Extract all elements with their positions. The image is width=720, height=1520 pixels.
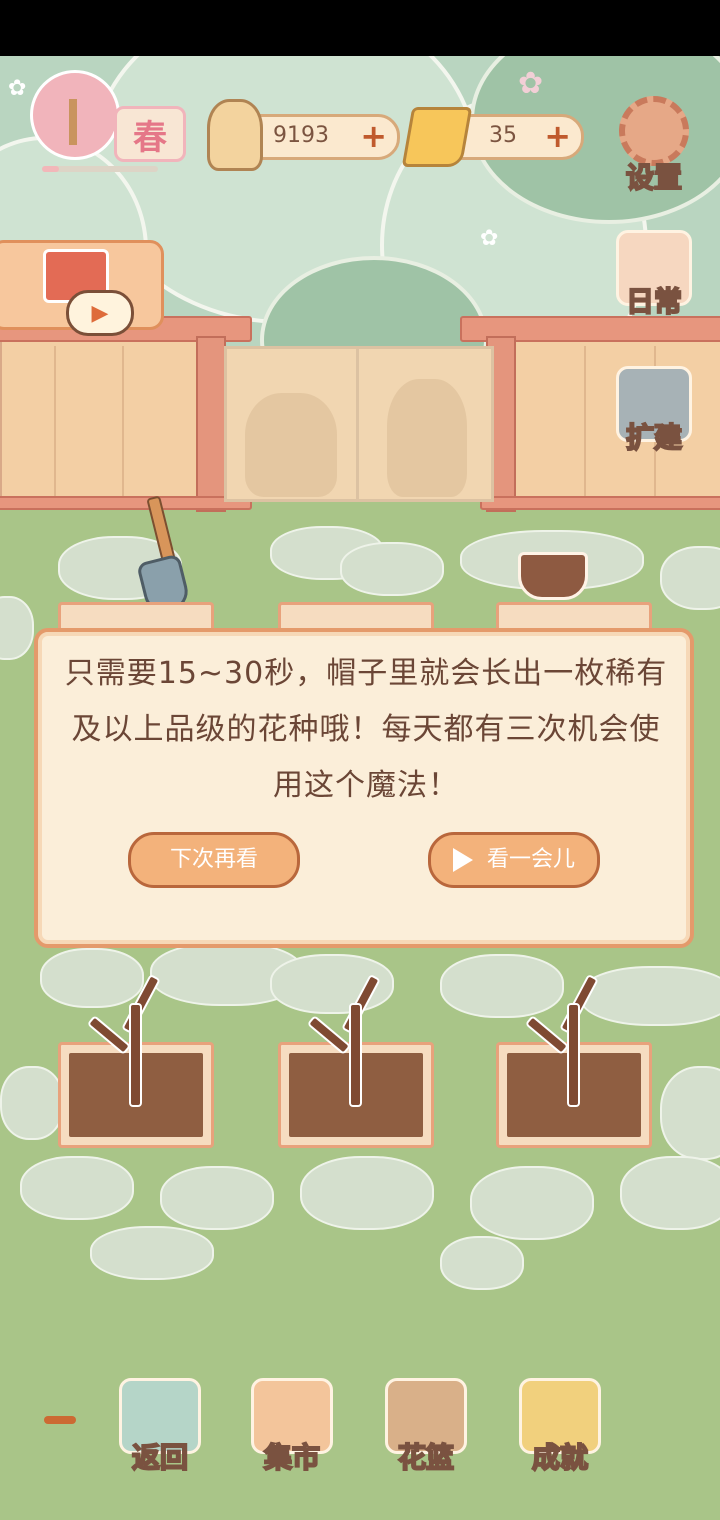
build-label: 扩建 xyxy=(625,420,683,455)
nav-achievements-label: 成就 xyxy=(531,1440,589,1475)
season-badge[interactable]: 春 xyxy=(30,70,186,162)
paving-stone xyxy=(660,1066,720,1160)
paving-stone xyxy=(620,1156,720,1230)
add-fish-button[interactable]: + xyxy=(360,119,387,153)
cheese-currency: 35 + xyxy=(401,107,584,167)
settings-label: 设置 xyxy=(625,160,683,195)
petal-decoration: ✿ xyxy=(480,226,499,251)
petal-decoration: ✿ xyxy=(518,66,544,101)
wall-pillar xyxy=(196,336,226,512)
add-cheese-button[interactable]: + xyxy=(544,119,571,153)
cheese-count: 35 xyxy=(489,123,517,148)
nav-market[interactable]: 集市 xyxy=(246,1372,338,1482)
paving-stone xyxy=(440,1236,524,1290)
nav-market-label: 集市 xyxy=(263,1440,321,1475)
nav-basket[interactable]: 花篮 xyxy=(380,1372,472,1482)
petal-decoration: ✿ xyxy=(8,76,27,101)
twig-sprout-icon xyxy=(86,973,161,1107)
paving-stone xyxy=(90,1226,214,1280)
flower-pot-icon[interactable] xyxy=(518,552,588,600)
paving-stone xyxy=(470,1166,594,1240)
paving-stone xyxy=(20,1156,134,1220)
bottom-nav: 返回 集市 花篮 成就 xyxy=(0,1372,720,1482)
later-button[interactable]: 下次再看 xyxy=(128,832,300,888)
later-label: 下次再看 xyxy=(169,847,258,872)
play-icon[interactable]: ▶ xyxy=(66,290,134,336)
status-bar xyxy=(0,0,720,56)
twig-sprout-icon xyxy=(524,973,599,1107)
fish-bone-icon xyxy=(207,99,263,171)
season-label: 春 xyxy=(114,106,186,162)
paving-stone xyxy=(160,1166,274,1230)
paving-stone xyxy=(660,546,720,610)
cat-silhouette xyxy=(387,379,467,497)
wall-plank xyxy=(584,346,586,506)
flower-plot[interactable] xyxy=(278,973,434,1148)
wall-plank xyxy=(54,346,56,506)
daily-button[interactable]: 日常 xyxy=(614,230,694,320)
paving-stone xyxy=(440,954,564,1018)
watch-label: 看一会儿 xyxy=(486,847,575,872)
nav-back[interactable]: 返回 xyxy=(114,1372,206,1482)
wall-base xyxy=(0,496,252,510)
settings-button[interactable]: 设置 xyxy=(614,96,694,196)
season-progress-fill xyxy=(42,166,60,172)
wall-body xyxy=(0,336,224,508)
nav-basket-label: 花篮 xyxy=(397,1440,455,1475)
twig-sprout-icon xyxy=(306,973,381,1107)
shovel-icon[interactable] xyxy=(136,495,192,617)
cheese-icon xyxy=(401,107,473,167)
paving-stone xyxy=(580,966,720,1026)
seed-ad-dialog: 只需要15~30秒，帽子里就会长出一枚稀有及以上品级的花种哦！每天都有三次机会使… xyxy=(34,628,694,948)
mouse-silhouette xyxy=(245,393,337,497)
paving-stone xyxy=(0,1066,64,1140)
dialog-message: 只需要15~30秒，帽子里就会长出一枚稀有及以上品级的花种哦！每天都有三次机会使… xyxy=(64,656,668,803)
cherry-tree-icon xyxy=(30,70,120,160)
fish-count: 9193 xyxy=(273,123,329,148)
build-button[interactable]: 扩建 xyxy=(614,366,694,456)
garden-gate[interactable] xyxy=(224,346,494,502)
paving-stone xyxy=(340,542,444,596)
season-progress-bar xyxy=(42,166,158,172)
flower-plot[interactable] xyxy=(58,973,214,1148)
watch-ad-button[interactable]: 看一会儿 xyxy=(428,832,600,888)
play-icon xyxy=(452,848,473,872)
daily-label: 日常 xyxy=(625,284,683,319)
wall-base xyxy=(480,496,720,510)
wall-plank xyxy=(122,346,124,506)
nav-back-label: 返回 xyxy=(131,1440,189,1475)
flower-plot[interactable] xyxy=(496,973,652,1148)
paving-stone xyxy=(300,1156,434,1230)
fish-currency: 9193 + xyxy=(207,99,400,171)
nav-achievements[interactable]: 成就 xyxy=(514,1372,606,1482)
